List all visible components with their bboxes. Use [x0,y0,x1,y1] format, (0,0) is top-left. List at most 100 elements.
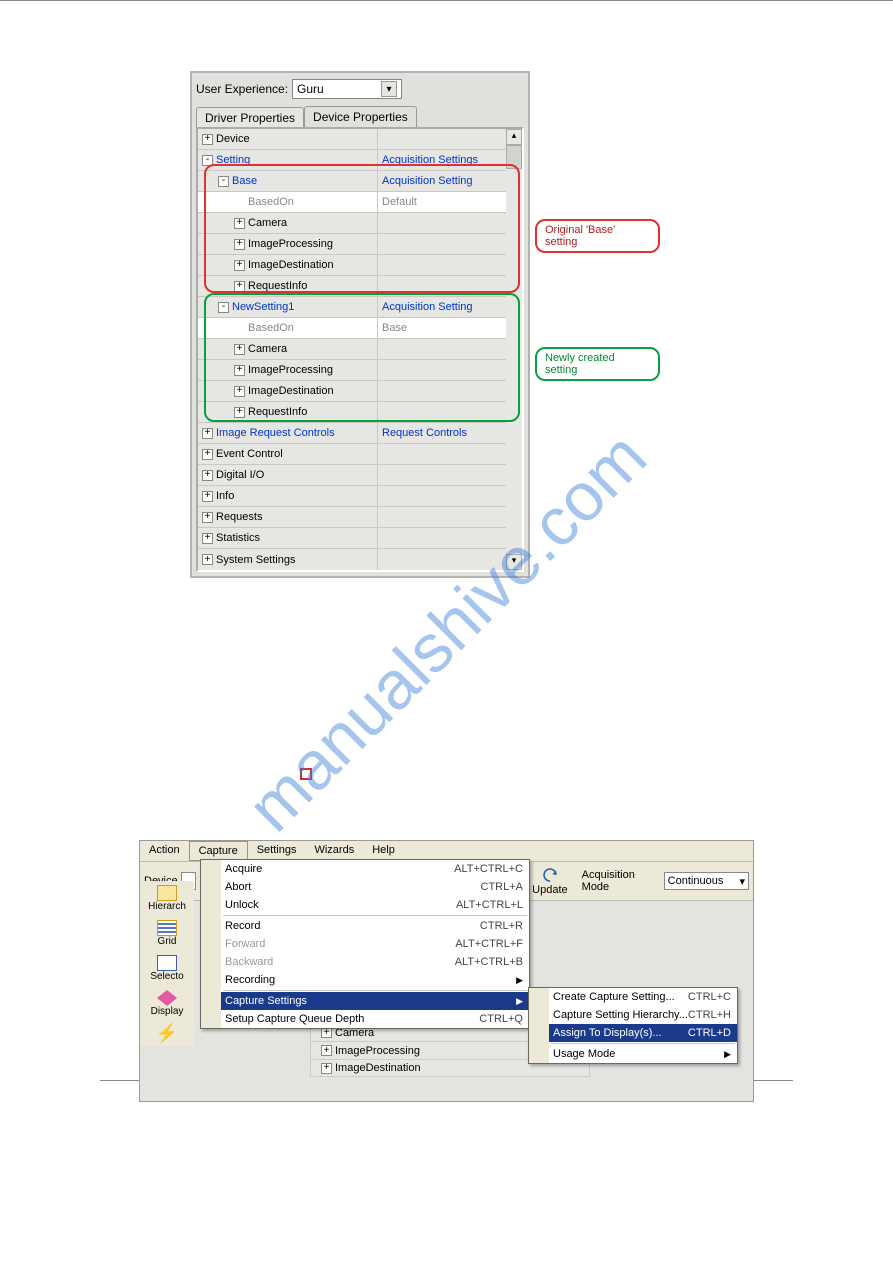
property-row[interactable]: +Camera [198,213,506,234]
menu-item[interactable]: Setup Capture Queue DepthCTRL+Q [201,1010,529,1028]
dropdown-arrow-icon[interactable]: ▾ [739,875,745,888]
sidebar: Hierarch Grid Selecto Display ⚡ [140,881,194,1046]
property-grid: +Device-SettingAcquisition Settings-Base… [196,127,524,572]
acquisition-mode-label: Acquisition Mode [582,869,661,893]
update-button[interactable]: Update [526,864,573,898]
expand-icon[interactable]: + [234,218,245,229]
expand-icon[interactable]: + [234,344,245,355]
submenu-item[interactable]: Create Capture Setting...CTRL+C [529,988,737,1006]
menu-item[interactable]: AcquireALT+CTRL+C [201,860,529,878]
property-row[interactable]: +Device [198,129,506,150]
menu-item[interactable]: AbortCTRL+A [201,878,529,896]
property-key: Digital I/O [216,469,264,481]
property-value: Acquisition Settings [382,154,478,166]
property-key: Camera [248,217,287,229]
dropdown-arrow-icon[interactable]: ▾ [381,81,397,97]
property-row[interactable]: +Digital I/O [198,465,506,486]
lightning-icon[interactable]: ⚡ [156,1023,178,1044]
property-key: Device [216,133,250,145]
menu-action[interactable]: Action [140,841,189,861]
menu-help[interactable]: Help [363,841,404,861]
property-value: Default [382,196,417,208]
property-row[interactable]: +System Settings [198,549,506,570]
sidebar-display-label: Display [151,1006,184,1017]
property-row[interactable]: BasedOnBase [198,318,506,339]
expand-icon[interactable]: + [234,386,245,397]
expand-icon[interactable]: + [234,239,245,250]
sidebar-selector[interactable]: Selecto [144,953,190,984]
property-row[interactable]: -NewSetting1Acquisition Setting [198,297,506,318]
expand-icon[interactable]: + [202,512,213,523]
property-row[interactable]: +Image Request ControlsRequest Controls [198,423,506,444]
tab-device-properties[interactable]: Device Properties [304,106,417,128]
property-row[interactable]: +RequestInfo [198,276,506,297]
tab-driver-properties[interactable]: Driver Properties [196,107,304,128]
property-row[interactable]: -BaseAcquisition Setting [198,171,506,192]
scroll-up-icon[interactable]: ▴ [506,129,522,145]
menu-item[interactable]: UnlockALT+CTRL+L [201,896,529,914]
submenu-item[interactable]: Assign To Display(s)...CTRL+D [529,1024,737,1042]
user-experience-value: Guru [297,82,324,96]
property-row[interactable]: +ImageProcessing [198,360,506,381]
submenu-arrow-icon: ▶ [724,1049,731,1060]
collapse-icon[interactable]: - [218,302,229,313]
scroll-thumb[interactable] [506,145,522,169]
menu-shortcut: CTRL+A [481,881,524,893]
expand-icon[interactable]: + [202,554,213,565]
sidebar-display[interactable]: Display [144,988,190,1019]
property-row[interactable]: +ImageDestination [198,381,506,402]
property-row[interactable]: -SettingAcquisition Settings [198,150,506,171]
expand-icon[interactable]: + [234,365,245,376]
menu-item[interactable]: Recording▶ [201,971,529,989]
expand-icon[interactable]: + [234,407,245,418]
collapse-icon[interactable]: - [202,155,213,166]
expand-icon[interactable]: + [202,470,213,481]
menu-settings[interactable]: Settings [248,841,306,861]
expand-icon[interactable]: + [202,449,213,460]
sidebar-grid[interactable]: Grid [144,918,190,949]
menu-item-label: Backward [225,956,455,968]
menu-item-label: Capture Settings [225,995,516,1007]
property-panel: User Experience: Guru ▾ Driver Propertie… [190,71,660,578]
submenu-arrow-icon: ▶ [516,975,523,986]
property-row[interactable]: +Event Control [198,444,506,465]
scroll-down-icon[interactable]: ▾ [506,554,522,570]
property-row[interactable]: +RequestInfo [198,402,506,423]
property-row[interactable]: +Requests [198,507,506,528]
expand-icon[interactable]: + [234,281,245,292]
menu-separator [223,990,527,991]
property-value: Request Controls [382,427,467,439]
submenu-item[interactable]: Capture Setting Hierarchy...CTRL+H [529,1006,737,1024]
callout-original: Original 'Base' setting [535,219,660,253]
expand-icon[interactable]: + [202,428,213,439]
user-experience-select[interactable]: Guru ▾ [292,79,402,99]
sidebar-hierarchy[interactable]: Hierarch [144,883,190,914]
expand-icon[interactable]: + [202,491,213,502]
expand-icon[interactable]: + [202,134,213,145]
menu-item-label: Acquire [225,863,454,875]
menu-item[interactable]: Capture Settings▶ [201,992,529,1010]
collapse-icon[interactable]: - [218,176,229,187]
property-row[interactable]: BasedOnDefault [198,192,506,213]
menu-separator [223,915,527,916]
expand-icon[interactable]: + [202,533,213,544]
property-row[interactable]: +ImageProcessing [198,234,506,255]
submenu-item[interactable]: Usage Mode▶ [529,1045,737,1063]
property-row[interactable]: +Statistics [198,528,506,549]
property-key: ImageProcessing [248,364,333,376]
expand-icon[interactable]: + [321,1045,332,1056]
property-row[interactable]: +ImageDestination [198,255,506,276]
scrollbar[interactable]: ▴ ▾ [506,129,522,570]
menu-wizards[interactable]: Wizards [305,841,363,861]
selector-icon [157,955,177,971]
property-row[interactable]: +Info [198,486,506,507]
expand-icon[interactable]: + [234,260,245,271]
menu-capture[interactable]: Capture [189,841,248,861]
sidebar-hierarchy-label: Hierarch [148,901,186,912]
property-row[interactable]: +Camera [198,339,506,360]
user-experience-label: User Experience: [196,82,288,96]
capture-settings-submenu: Create Capture Setting...CTRL+CCapture S… [528,987,738,1064]
acquisition-mode-select[interactable]: Continuous ▾ [664,872,749,890]
expand-icon[interactable]: + [321,1063,332,1074]
menu-item[interactable]: RecordCTRL+R [201,917,529,935]
